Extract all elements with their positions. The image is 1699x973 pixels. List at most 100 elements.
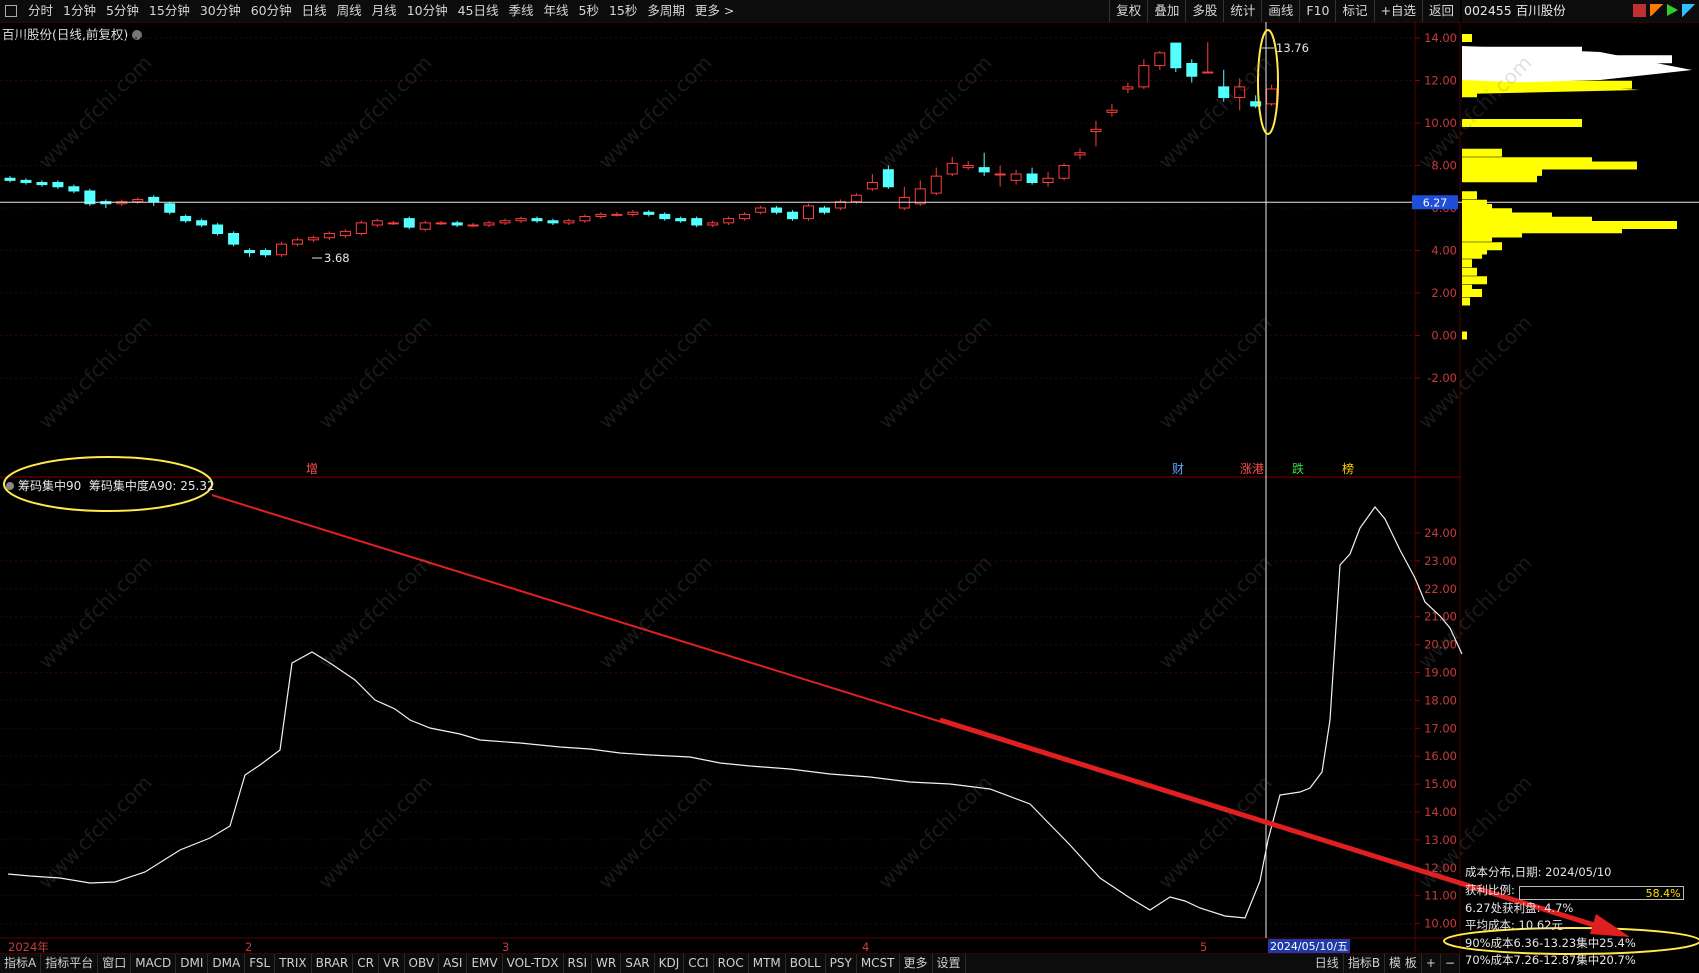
indicator-right-button-4[interactable]: − [1441, 954, 1460, 973]
indicator-tab-17[interactable]: SAR [621, 954, 655, 973]
candle-body-4 [68, 186, 80, 192]
indicator-tab-10[interactable]: VR [379, 954, 405, 973]
event-marker-3: 跌 [1292, 461, 1304, 476]
candle-body-36 [579, 216, 591, 222]
indicator-tab-5[interactable]: DMA [208, 954, 246, 973]
candle-body-11 [180, 216, 192, 222]
candle-body-63 [1010, 173, 1022, 181]
candle-body-73 [1170, 42, 1182, 69]
candle-body-15 [244, 250, 256, 254]
candle-body-49 [787, 211, 799, 220]
candle-body-51 [818, 207, 830, 213]
indicator-tab-8[interactable]: BRAR [312, 954, 354, 973]
candle-body-23 [371, 220, 383, 226]
candle-body-1 [20, 179, 32, 183]
main-tick-label-5: 4.00 [1431, 244, 1457, 258]
main-tick-label-0: 14.00 [1424, 31, 1457, 45]
indicator-value: 筹码集中度A90: 25.32 [88, 479, 215, 493]
indicator-tab-4[interactable]: DMI [176, 954, 209, 973]
indicator-tab-15[interactable]: RSI [564, 954, 593, 973]
chip-concentration-line [7, 506, 1463, 919]
candle-body-65 [1042, 177, 1054, 183]
indicator-tab-19[interactable]: CCI [684, 954, 714, 973]
candle-body-50 [803, 205, 814, 220]
candle-body-24 [387, 222, 399, 225]
time-label-3: 4 [862, 940, 869, 954]
candle-body-46 [739, 213, 751, 220]
chip-bar-13 [1462, 191, 1477, 200]
indicator-right-button-1[interactable]: 指标B [1344, 954, 1386, 973]
ind-tick-label-2: 22.00 [1424, 582, 1457, 596]
indicator-tab-6[interactable]: FSL [245, 954, 276, 973]
indicator-title: 筹码集中90 筹码集中度A90: 25.32 [6, 477, 215, 494]
chip-bar-30 [1462, 289, 1482, 297]
indicator-tab-22[interactable]: BOLL [786, 954, 826, 973]
indicator-tab-12[interactable]: ASI [439, 954, 468, 973]
indicator-tab-21[interactable]: MTM [749, 954, 786, 973]
high-price-label: 13.76 [1276, 41, 1309, 55]
chip-peak-upper [1462, 46, 1692, 84]
candle-body-32 [515, 218, 527, 222]
candle-body-76 [1218, 86, 1230, 98]
indicator-tab-7[interactable]: TRIX [275, 954, 312, 973]
candle-body-41 [659, 213, 671, 220]
crosshair-price-label: 6.27 [1423, 196, 1448, 209]
indicator-tab-3[interactable]: MACD [131, 954, 177, 973]
main-tick-label-3: 8.00 [1431, 159, 1457, 173]
indicator-dot-icon[interactable] [6, 482, 14, 490]
ind-tick-label-9: 15.00 [1424, 777, 1457, 791]
candle-body-57 [914, 188, 926, 205]
candle-body-8 [132, 199, 144, 203]
low-price-label: 3.68 [324, 251, 350, 265]
candle-body-48 [771, 207, 783, 213]
indicator-tab-13[interactable]: EMV [467, 954, 503, 973]
main-tick-label-6: 2.00 [1431, 286, 1457, 300]
indicator-right-button-0[interactable]: 日线 [1311, 954, 1344, 973]
chip-bar-8 [1462, 148, 1502, 157]
indicator-tab-2[interactable]: 窗口 [98, 954, 132, 973]
candle-body-19 [307, 237, 319, 241]
indicator-tab-14[interactable]: VOL-TDX [503, 954, 564, 973]
chip-bar-0 [1462, 34, 1472, 42]
candle-body-22 [355, 222, 367, 234]
candle-body-60 [962, 165, 974, 169]
indicator-toolbar-right: 日线 指标B 模 板 + − [1311, 954, 1460, 973]
indicator-tab-23[interactable]: PSY [826, 954, 857, 973]
candle-body-54 [866, 182, 878, 190]
indicator-tabs: 指标A 指标平台 窗口 MACD DMI DMA FSL TRIX BRAR CR VR OBV ASI… [0, 954, 966, 973]
candle-body-75 [1202, 71, 1214, 74]
indicator-tab-24[interactable]: MCST [857, 954, 900, 973]
indicator-tab-18[interactable]: KDJ [655, 954, 685, 973]
candle-body-44 [707, 222, 719, 226]
candle-body-30 [483, 222, 495, 226]
indicator-tab-1[interactable]: 指标平台 [41, 954, 99, 973]
main-chart-svg[interactable]: 14.0012.0010.008.006.004.002.000.00-2.00… [0, 0, 1699, 972]
indicator-right-button-2[interactable]: 模 板 [1385, 954, 1422, 973]
indicator-right-button-3[interactable]: + [1422, 954, 1441, 973]
candle-body-34 [547, 220, 559, 224]
candle-body-74 [1186, 63, 1198, 77]
indicator-tab-26[interactable]: 设置 [933, 954, 966, 973]
avg-cost: 平均成本: 10.62元 [1465, 918, 1563, 932]
indicator-tab-25[interactable]: 更多 [900, 954, 933, 973]
indicator-tab-0[interactable]: 指标A [0, 954, 42, 973]
time-label-4: 5 [1200, 940, 1207, 954]
candle-body-47 [755, 207, 767, 213]
chip-bar-28 [1462, 276, 1487, 285]
time-label-1: 2 [245, 940, 252, 954]
main-tick-label-7: 0.00 [1431, 329, 1457, 343]
indicator-tab-20[interactable]: ROC [714, 954, 749, 973]
candle-body-18 [291, 239, 303, 245]
indicator-tab-9[interactable]: CR [353, 954, 379, 973]
indicator-tab-16[interactable]: WR [592, 954, 622, 973]
candle-body-77 [1234, 86, 1246, 98]
candle-body-70 [1122, 86, 1134, 90]
candle-body-21 [339, 230, 351, 237]
candle-body-59 [946, 162, 958, 175]
indicator-tab-11[interactable]: OBV [405, 954, 440, 973]
chip-bar-26 [1462, 259, 1472, 268]
indicator-toolbar: 指标A 指标平台 窗口 MACD DMI DMA FSL TRIX BRAR CR VR OBV ASI… [0, 953, 1460, 973]
candle-body-0 [4, 177, 16, 181]
candle-body-58 [930, 175, 942, 194]
candle-body-61 [978, 167, 990, 173]
